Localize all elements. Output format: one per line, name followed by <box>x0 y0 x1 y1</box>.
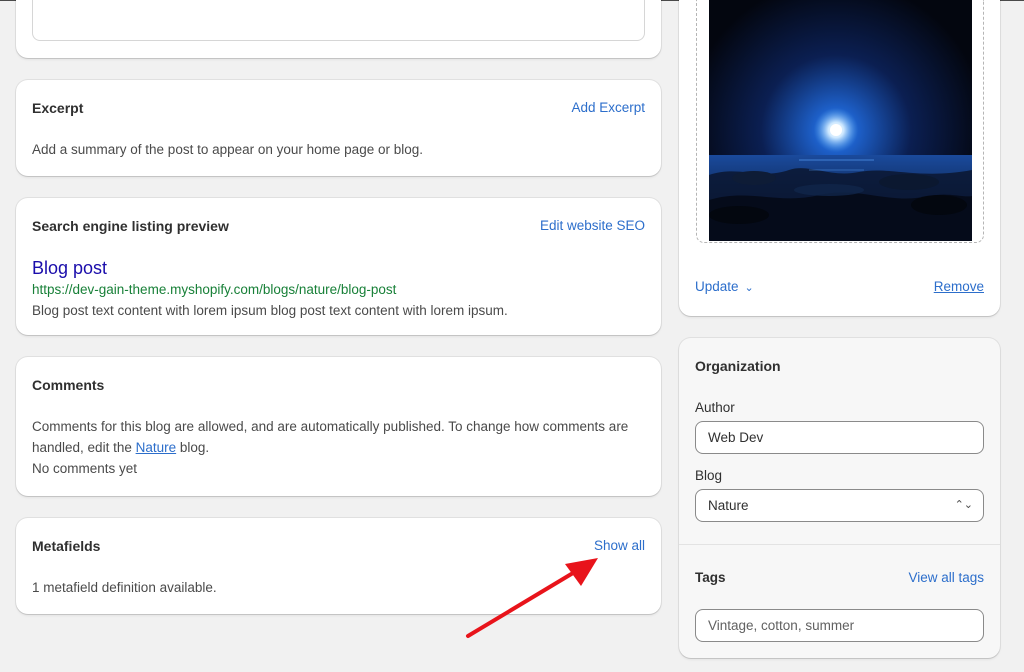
organization-title: Organization <box>695 358 781 374</box>
organization-divider <box>679 544 1000 545</box>
blog-label: Blog <box>695 468 723 483</box>
remove-image-link[interactable]: Remove <box>934 279 984 294</box>
organization-card: Organization Author Web Dev Blog Nature … <box>679 338 1000 658</box>
tags-label: Tags <box>695 570 726 585</box>
tags-input[interactable]: Vintage, cotton, summer <box>695 609 984 642</box>
metafields-title: Metafields <box>32 538 101 554</box>
annotation-arrow-icon <box>466 558 598 638</box>
comments-title: Comments <box>32 377 105 393</box>
content-editor-card <box>16 0 661 58</box>
seo-preview-description: Blog post text content with lorem ipsum … <box>32 303 508 318</box>
update-image-label: Update <box>695 279 739 294</box>
edit-seo-link[interactable]: Edit website SEO <box>540 218 645 233</box>
seo-preview-url: https://dev-gain-theme.myshopify.com/blo… <box>32 282 397 297</box>
image-dropzone[interactable] <box>696 0 984 243</box>
seo-title: Search engine listing preview <box>32 218 229 234</box>
excerpt-description: Add a summary of the post to appear on y… <box>32 142 423 157</box>
content-editor-box[interactable] <box>32 0 645 41</box>
comments-description: Comments for this blog are allowed, and … <box>32 419 629 434</box>
comments-edit-line: handled, edit the Nature blog. <box>32 440 209 455</box>
seo-preview-card: Search engine listing preview Edit websi… <box>16 198 661 335</box>
view-all-tags-link[interactable]: View all tags <box>908 570 984 585</box>
nature-blog-link[interactable]: Nature <box>136 440 177 455</box>
blog-select[interactable]: Nature ⌃⌄ <box>695 489 984 522</box>
select-updown-icon: ⌃⌄ <box>954 499 973 511</box>
featured-image-card: Update ⌄ Remove <box>679 0 1000 316</box>
seo-preview-title: Blog post <box>32 258 108 278</box>
metafields-description: 1 metafield definition available. <box>32 580 217 595</box>
add-excerpt-link[interactable]: Add Excerpt <box>571 100 645 115</box>
excerpt-card: Excerpt Add Excerpt Add a summary of the… <box>16 80 661 176</box>
comments-edit-suffix: blog. <box>176 440 210 455</box>
update-image-button[interactable]: Update ⌄ <box>695 279 754 294</box>
comments-status: No comments yet <box>32 461 138 476</box>
night-ocean-image <box>709 0 972 241</box>
author-field[interactable]: Web Dev <box>695 421 984 454</box>
chevron-down-icon: ⌄ <box>744 282 754 294</box>
author-label: Author <box>695 400 735 415</box>
comments-card: Comments Comments for this blog are allo… <box>16 357 661 496</box>
featured-image-graphic <box>709 0 972 241</box>
comments-edit-prefix: handled, edit the <box>32 440 136 455</box>
blog-select-value: Nature <box>708 498 749 513</box>
excerpt-title: Excerpt <box>32 100 84 116</box>
